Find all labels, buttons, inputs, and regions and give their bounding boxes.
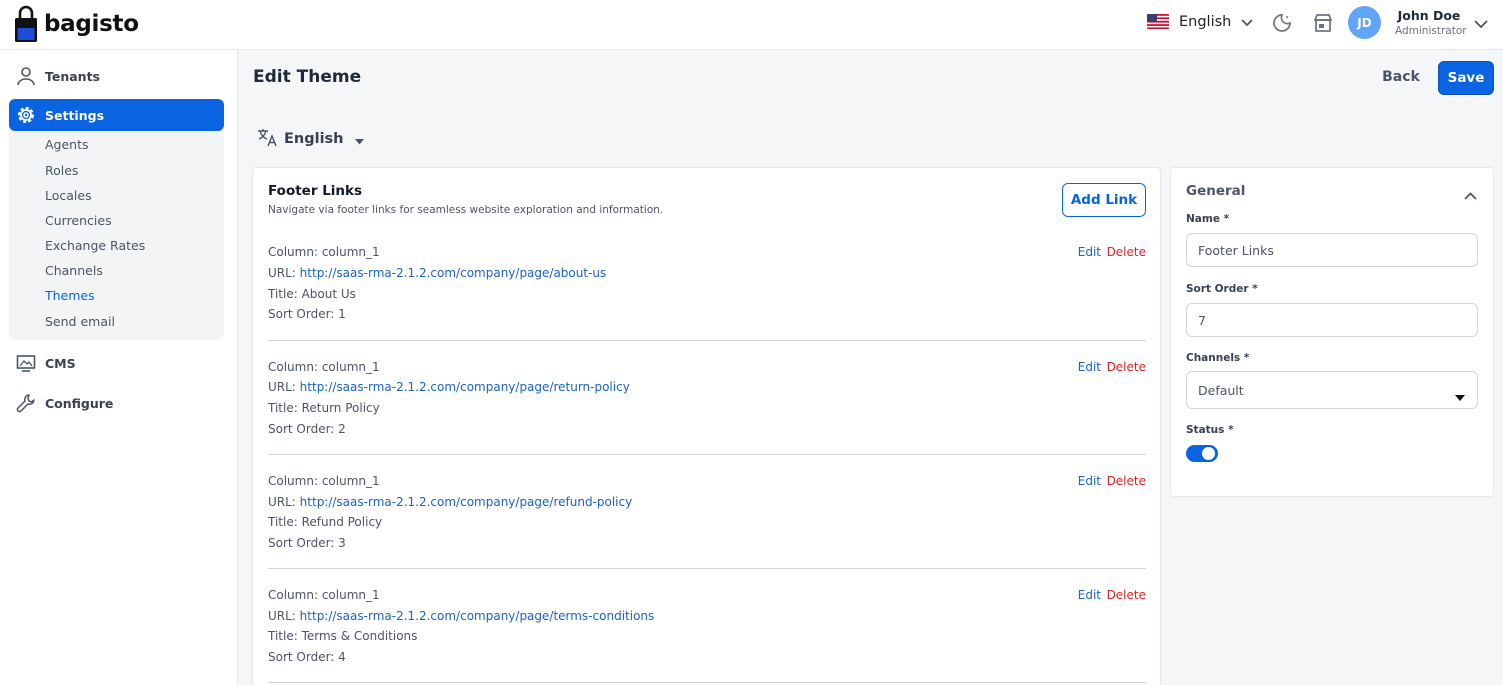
user-icon: [16, 66, 36, 86]
dark-mode-icon[interactable]: [1271, 12, 1293, 34]
general-title: General: [1186, 183, 1246, 199]
edit-link-button[interactable]: Edit: [1078, 474, 1101, 488]
link-url[interactable]: http://saas-rma-2.1.2.com/company/page/a…: [300, 266, 607, 280]
sidebar-item-configure[interactable]: Configure: [9, 387, 224, 419]
link-sort-order: Sort Order: 2: [268, 422, 346, 436]
sidebar-item-tenants[interactable]: Tenants: [9, 60, 224, 92]
language-label: English: [1179, 13, 1232, 30]
status-toggle[interactable]: [1186, 445, 1218, 462]
link-column: Column: column_1: [268, 360, 380, 374]
link-sort-order: Sort Order: 3: [268, 536, 346, 550]
link-column: Column: column_1: [268, 245, 380, 259]
back-button[interactable]: Back: [1372, 64, 1430, 90]
link-title: Title: Refund Policy: [268, 515, 383, 529]
edit-link-button[interactable]: Edit: [1078, 588, 1101, 602]
footer-links-card: Footer Links Navigate via footer links f…: [252, 167, 1161, 685]
general-card: General Name * Sort Order * Channels * D…: [1170, 167, 1494, 497]
user-menu-chevron-icon[interactable]: [1474, 14, 1488, 33]
channels-select[interactable]: Default: [1186, 371, 1478, 409]
submenu-item-themes[interactable]: Themes: [45, 288, 95, 303]
submenu-item-currencies[interactable]: Currencies: [45, 213, 112, 228]
caret-down-icon: [354, 130, 364, 149]
submenu-item-exchange-rates[interactable]: Exchange Rates: [45, 238, 145, 253]
channels-selected-value: Default: [1198, 383, 1244, 398]
top-header: bagisto English JD John Doe Administrato…: [0, 0, 1503, 50]
list-item: Column: column_1 URL: http://saas-rma-2.…: [268, 455, 1146, 569]
delete-link-button[interactable]: Delete: [1107, 245, 1146, 259]
settings-submenu: Agents Roles Locales Currencies Exchange…: [9, 131, 224, 340]
sort-order-label: Sort Order *: [1186, 283, 1258, 295]
locale-label: English: [284, 131, 344, 147]
link-url-line: URL: http://saas-rma-2.1.2.com/company/p…: [268, 266, 606, 280]
link-url[interactable]: http://saas-rma-2.1.2.com/company/page/r…: [300, 380, 630, 394]
url-prefix: URL:: [268, 266, 300, 280]
edit-link-button[interactable]: Edit: [1078, 245, 1101, 259]
gear-icon: [16, 105, 36, 125]
chevron-down-icon: [1241, 12, 1253, 31]
sidebar-item-label: Settings: [45, 107, 105, 123]
url-prefix: URL:: [268, 609, 300, 623]
channels-label: Channels *: [1186, 352, 1250, 364]
save-button[interactable]: Save: [1438, 61, 1494, 95]
logo-text: bagisto: [44, 11, 139, 37]
toggle-knob: [1202, 447, 1215, 460]
locale-switcher[interactable]: English: [256, 127, 364, 151]
user-name: John Doe: [1397, 8, 1461, 23]
sidebar-item-cms[interactable]: CMS: [9, 347, 224, 379]
link-sort-order: Sort Order: 4: [268, 650, 346, 664]
sidebar-item-label: CMS: [45, 355, 76, 371]
sort-order-input[interactable]: [1186, 303, 1478, 337]
submenu-item-channels[interactable]: Channels: [45, 263, 103, 278]
submenu-item-roles[interactable]: Roles: [45, 163, 78, 178]
sidebar-item-settings[interactable]: Settings: [9, 99, 224, 131]
list-item: Column: column_1 URL: http://saas-rma-2.…: [268, 341, 1146, 455]
wrench-icon: [16, 393, 36, 413]
name-input[interactable]: [1186, 233, 1478, 267]
link-url-line: URL: http://saas-rma-2.1.2.com/company/p…: [268, 609, 654, 623]
link-title: Title: Return Policy: [268, 401, 380, 415]
user-role: Administrator: [1395, 25, 1467, 37]
chevron-up-icon[interactable]: [1464, 185, 1477, 204]
us-flag-icon: [1147, 14, 1169, 29]
status-label: Status *: [1186, 424, 1234, 436]
storefront-icon[interactable]: [1312, 12, 1334, 34]
url-prefix: URL:: [268, 495, 300, 509]
delete-link-button[interactable]: Delete: [1107, 588, 1146, 602]
submenu-item-agents[interactable]: Agents: [45, 137, 89, 152]
delete-link-button[interactable]: Delete: [1107, 474, 1146, 488]
link-url[interactable]: http://saas-rma-2.1.2.com/company/page/t…: [300, 609, 655, 623]
link-url[interactable]: http://saas-rma-2.1.2.com/company/page/r…: [300, 495, 633, 509]
name-label: Name *: [1186, 213, 1230, 225]
link-url-line: URL: http://saas-rma-2.1.2.com/company/p…: [268, 495, 632, 509]
shopping-bag-icon: [14, 5, 38, 43]
link-sort-order: Sort Order: 1: [268, 307, 346, 321]
sidebar: Tenants Settings Agents Roles Locales Cu…: [0, 50, 238, 685]
caret-down-icon: [1455, 386, 1465, 405]
link-column: Column: column_1: [268, 474, 380, 488]
list-item: Column: column_1 URL: http://saas-rma-2.…: [268, 569, 1146, 683]
sidebar-item-label: Tenants: [45, 68, 100, 84]
delete-link-button[interactable]: Delete: [1107, 360, 1146, 374]
submenu-item-send-email[interactable]: Send email: [45, 314, 115, 329]
add-link-button[interactable]: Add Link: [1062, 183, 1146, 217]
card-description: Navigate via footer links for seamless w…: [268, 204, 664, 216]
monitor-icon: [16, 353, 36, 373]
user-avatar[interactable]: JD: [1348, 6, 1381, 39]
page-title: Edit Theme: [253, 67, 362, 87]
language-selector[interactable]: English: [1147, 12, 1253, 31]
link-title: Title: About Us: [268, 287, 356, 301]
list-item: Column: column_1 URL: http://saas-rma-2.…: [268, 227, 1146, 341]
edit-link-button[interactable]: Edit: [1078, 360, 1101, 374]
translate-icon: [256, 127, 278, 151]
submenu-item-locales[interactable]: Locales: [45, 188, 92, 203]
sidebar-item-label: Configure: [45, 395, 114, 411]
link-column: Column: column_1: [268, 588, 380, 602]
url-prefix: URL:: [268, 380, 300, 394]
bagisto-logo[interactable]: bagisto: [14, 5, 139, 43]
link-title: Title: Terms & Conditions: [268, 629, 418, 643]
card-title: Footer Links: [268, 183, 363, 199]
link-url-line: URL: http://saas-rma-2.1.2.com/company/p…: [268, 380, 630, 394]
